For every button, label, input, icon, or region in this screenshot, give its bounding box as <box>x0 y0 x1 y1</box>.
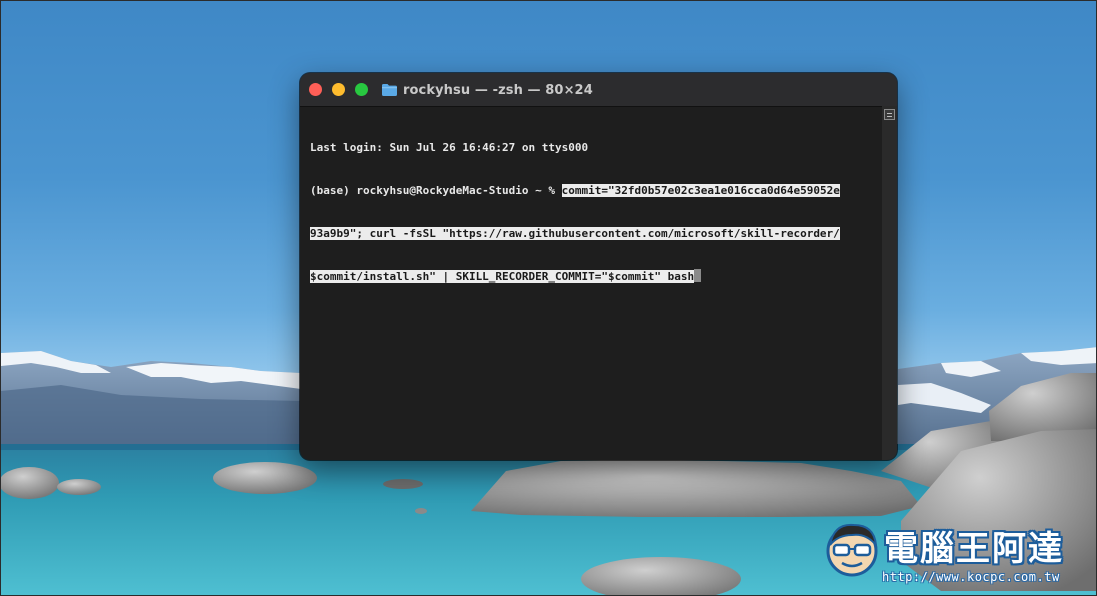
minimize-window-button[interactable] <box>332 83 345 96</box>
watermark-url: http://www.kocpc.com.tw <box>882 570 1060 584</box>
selected-command-text[interactable]: $commit/install.sh" | SKILL_RECORDER_COM… <box>310 270 695 284</box>
terminal-window[interactable]: rockyhsu — -zsh — 80×24 Last login: Sun … <box>300 73 897 460</box>
window-titlebar[interactable]: rockyhsu — -zsh — 80×24 <box>300 73 897 107</box>
vertical-scrollbar[interactable] <box>882 106 897 460</box>
split-pane-icon[interactable] <box>884 109 895 120</box>
terminal-line: $commit/install.sh" | SKILL_RECORDER_COM… <box>310 269 880 284</box>
folder-icon <box>382 84 397 96</box>
window-title-group: rockyhsu — -zsh — 80×24 <box>382 81 593 99</box>
selected-command-text[interactable]: 93a9b9"; curl -fsSL "https://raw.githubu… <box>310 226 840 240</box>
terminal-line: Last login: Sun Jul 26 16:46:27 on ttys0… <box>310 141 880 155</box>
selected-command-text[interactable]: commit="32fd0b57e02c3ea1e016cca0d64e5905… <box>561 184 840 197</box>
window-title: rockyhsu — -zsh — 80×24 <box>403 82 593 98</box>
line-text: Last login: Sun Jul 26 16:46:27 on ttys0… <box>310 141 589 155</box>
watermark-title: 電腦王阿達 <box>884 529 1064 569</box>
maximize-window-button[interactable] <box>355 83 368 96</box>
terminal-output[interactable]: Last login: Sun Jul 26 16:46:27 on ttys0… <box>310 113 880 312</box>
mascot-logo <box>826 523 878 577</box>
terminal-line: 93a9b9"; curl -fsSL "https://raw.githubu… <box>310 226 880 241</box>
terminal-line: (base) rockyhsu@RockydeMac-Studio ~ % co… <box>310 184 880 198</box>
text-cursor <box>694 269 702 283</box>
site-watermark: 電腦王阿達 http://www.kocpc.com.tw <box>822 517 1092 592</box>
close-window-button[interactable] <box>309 83 322 96</box>
prompt-text: (base) rockyhsu@RockydeMac-Studio ~ % <box>310 184 562 197</box>
